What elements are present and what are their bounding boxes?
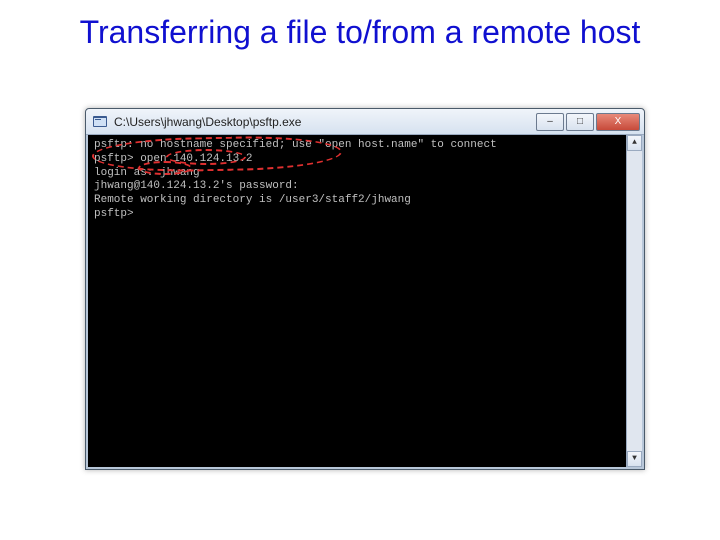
app-icon	[92, 114, 108, 130]
scroll-down-arrow-icon[interactable]: ▼	[627, 451, 642, 467]
terminal-scrollbar[interactable]: ▲ ▼	[626, 135, 642, 467]
window-titlebar[interactable]: C:\Users\jhwang\Desktop\psftp.exe – □ X	[86, 109, 644, 135]
terminal-line: psftp> open 140.124.13.2	[94, 153, 636, 167]
maximize-button[interactable]: □	[566, 113, 594, 131]
window-title: C:\Users\jhwang\Desktop\psftp.exe	[114, 115, 534, 129]
slide-title: Transferring a file to/from a remote hos…	[0, 0, 720, 56]
close-button[interactable]: X	[596, 113, 640, 131]
terminal-line: login as: jhwang	[94, 167, 636, 181]
psftp-window: C:\Users\jhwang\Desktop\psftp.exe – □ X …	[85, 108, 645, 470]
minimize-button[interactable]: –	[536, 113, 564, 131]
terminal-area[interactable]: psftp: no hostname specified; use "open …	[86, 135, 644, 469]
terminal-line: jhwang@140.124.13.2's password:	[94, 180, 636, 194]
terminal-line: psftp>	[94, 208, 636, 222]
scrollbar-track[interactable]	[627, 151, 642, 451]
terminal-line: Remote working directory is /user3/staff…	[94, 194, 636, 208]
window-control-buttons: – □ X	[534, 113, 640, 131]
terminal-line: psftp: no hostname specified; use "open …	[94, 139, 636, 153]
scroll-up-arrow-icon[interactable]: ▲	[627, 135, 642, 151]
